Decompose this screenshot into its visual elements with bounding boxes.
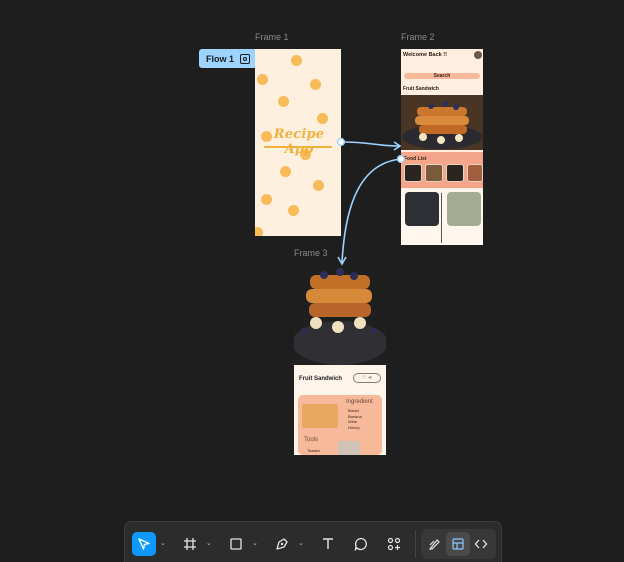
decor-dot <box>317 113 328 124</box>
frame-1-splash[interactable]: Recipe App <box>255 49 341 236</box>
detail-title: Fruit Sandwich <box>299 376 343 382</box>
flow-label: Flow 1 <box>206 53 235 64</box>
ingredient-list: Bread Banana Wine Honey <box>348 408 362 430</box>
connection-line <box>340 141 400 147</box>
food-list-section: Food List <box>401 152 483 188</box>
detail-food-image <box>294 265 386 365</box>
chevron-down-icon[interactable]: ⌄ <box>252 539 260 549</box>
like-share-actions: ♡ ⋖ <box>353 373 381 383</box>
flow-starting-point-badge[interactable]: Flow 1 <box>199 49 256 68</box>
food-card-image <box>405 192 439 226</box>
decor-dot <box>310 79 321 90</box>
ingredient-card: Ingredient Bread Banana Wine Honey Tools… <box>298 395 382 455</box>
play-flow-icon[interactable] <box>240 53 251 64</box>
connection-arrow <box>337 256 347 266</box>
pen-tool-button[interactable] <box>270 532 294 556</box>
chevron-down-icon[interactable]: ⌄ <box>206 539 214 549</box>
frame-3-label[interactable]: Frame 3 <box>294 248 328 258</box>
tool-image <box>338 441 360 455</box>
design-mode-button[interactable] <box>446 532 470 556</box>
divider <box>441 193 442 243</box>
decor-dot <box>257 74 268 85</box>
text-tool-button[interactable] <box>316 532 340 556</box>
food-thumb <box>467 164 483 182</box>
chevron-down-icon[interactable]: ⌄ <box>298 539 306 549</box>
decor-dot <box>291 55 302 66</box>
title-underline <box>264 146 332 148</box>
chevron-down-icon[interactable]: ⌄ <box>160 539 168 549</box>
food-thumb <box>425 164 443 182</box>
decor-dot <box>261 194 272 205</box>
food-card-image <box>447 192 481 226</box>
connection-line <box>341 158 402 264</box>
ingredient-heading: Ingredient <box>346 399 373 405</box>
decor-dot <box>255 227 263 236</box>
mode-switcher <box>421 529 496 559</box>
pen-icon <box>276 538 288 550</box>
draw-mode-button[interactable] <box>423 532 447 556</box>
move-tool-button[interactable] <box>132 532 156 556</box>
bottom-toolbar: ⌄ ⌄ ⌄ ⌄ <box>124 521 502 562</box>
dev-mode-button[interactable] <box>469 532 493 556</box>
tool-item: Toaster <box>307 448 321 453</box>
components-icon <box>387 537 401 551</box>
actions-tool-button[interactable] <box>382 532 406 556</box>
tools-heading: Tools <box>304 437 319 443</box>
design-canvas[interactable]: Frame 1 Frame 2 Frame 3 Flow 1 Recipe Ap… <box>0 0 624 562</box>
avatar <box>474 51 482 59</box>
frame-tool-button[interactable] <box>178 532 202 556</box>
ingredient-item: Honey <box>348 424 360 430</box>
welcome-text: Welcome Back !! <box>403 52 447 58</box>
featured-food-image <box>401 95 483 150</box>
food-thumb <box>404 164 422 182</box>
connection-arrow <box>393 141 402 151</box>
app-title: Recipe App <box>273 127 325 157</box>
ingredient-image <box>302 404 338 428</box>
decor-dot <box>288 205 299 216</box>
decor-dot <box>278 96 289 107</box>
draw-icon <box>428 539 440 550</box>
text-icon <box>323 538 333 549</box>
frame-3-detail[interactable]: Fruit Sandwich ♡ ⋖ Ingredient Bread Bana… <box>294 265 386 455</box>
design-icon <box>452 538 464 550</box>
food-list-title: Food List <box>404 156 427 162</box>
food-grid <box>401 189 483 245</box>
frame-2-home[interactable]: Welcome Back !! Search Fruit Sandwich Fo… <box>401 49 483 245</box>
shape-tool-button[interactable] <box>224 532 248 556</box>
food-thumb <box>446 164 464 182</box>
comment-tool-button[interactable] <box>349 532 373 556</box>
featured-title: Fruit Sandwich <box>403 86 439 92</box>
search-bar: Search <box>404 73 480 79</box>
decor-dot <box>313 180 324 191</box>
frame-icon <box>184 538 196 550</box>
cursor-icon <box>138 538 150 550</box>
decor-dot <box>280 166 291 177</box>
comment-icon <box>354 537 367 551</box>
rectangle-icon <box>230 538 242 550</box>
toolbar-divider <box>415 530 416 558</box>
frame-2-label[interactable]: Frame 2 <box>401 32 435 42</box>
frame-1-label[interactable]: Frame 1 <box>255 32 289 42</box>
code-icon <box>474 539 488 549</box>
